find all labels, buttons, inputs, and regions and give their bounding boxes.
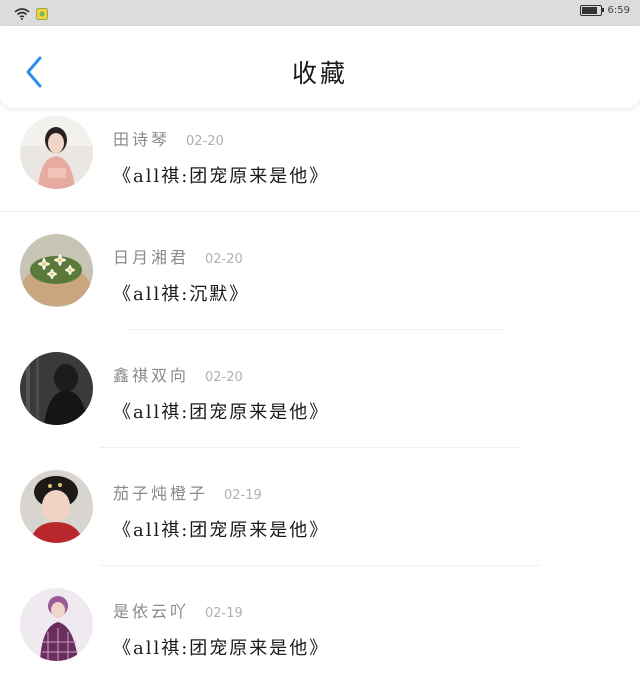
favorite-item[interactable]: 是依云吖 02-19 《all祺:团宠原来是他》 <box>0 580 640 698</box>
divider <box>100 565 540 566</box>
status-time: 6:59 <box>607 5 630 16</box>
work-title: 《all祺:团宠原来是他》 <box>113 166 330 187</box>
author-line: 是依云吖 02-19 <box>113 598 243 622</box>
date-label: 02-20 <box>205 252 243 267</box>
date-label: 02-19 <box>224 488 262 503</box>
avatar <box>20 352 93 425</box>
avatar <box>20 470 93 543</box>
avatar <box>20 234 93 307</box>
author-line: 日月湘君 02-20 <box>113 244 243 268</box>
author-line: 鑫祺双向 02-20 <box>113 362 243 386</box>
work-title: 《all祺:团宠原来是他》 <box>113 402 330 423</box>
favorite-item[interactable]: 田诗琴 02-20 《all祺:团宠原来是他》 <box>0 108 640 226</box>
work-title: 《all祺:沉默》 <box>113 284 250 305</box>
divider <box>100 447 520 448</box>
divider <box>128 329 504 330</box>
battery-icon <box>579 5 604 16</box>
header-bar: 收藏 <box>0 26 640 108</box>
avatar <box>20 116 93 189</box>
author-name: 茄子炖橙子 <box>113 484 209 503</box>
favorite-item[interactable]: 鑫祺双向 02-20 《all祺:团宠原来是他》 <box>0 344 640 462</box>
author-name: 日月湘君 <box>113 248 190 267</box>
date-label: 02-19 <box>205 606 243 621</box>
author-name: 鑫祺双向 <box>113 366 190 385</box>
page-title: 收藏 <box>291 59 348 88</box>
work-title: 《all祺:团宠原来是他》 <box>113 638 330 659</box>
wifi-icon <box>14 5 30 24</box>
author-line: 茄子炖橙子 02-19 <box>113 480 262 504</box>
date-label: 02-20 <box>186 134 224 149</box>
favorites-list: 田诗琴 02-20 《all祺:团宠原来是他》 日月湘君 02-20 《all祺… <box>0 108 640 698</box>
notification-app-icon <box>36 5 48 24</box>
status-bar: 6:59 <box>0 0 640 26</box>
author-line: 田诗琴 02-20 <box>113 126 224 150</box>
favorite-item[interactable]: 日月湘君 02-20 《all祺:沉默》 <box>0 226 640 344</box>
status-icons-left <box>14 5 48 24</box>
avatar <box>20 588 93 661</box>
date-label: 02-20 <box>205 370 243 385</box>
status-icons-right: 6:59 <box>579 5 630 16</box>
favorite-item[interactable]: 茄子炖橙子 02-19 《all祺:团宠原来是他》 <box>0 462 640 580</box>
author-name: 田诗琴 <box>113 130 171 149</box>
divider <box>0 211 640 212</box>
work-title: 《all祺:团宠原来是他》 <box>113 520 330 541</box>
author-name: 是依云吖 <box>113 602 190 621</box>
